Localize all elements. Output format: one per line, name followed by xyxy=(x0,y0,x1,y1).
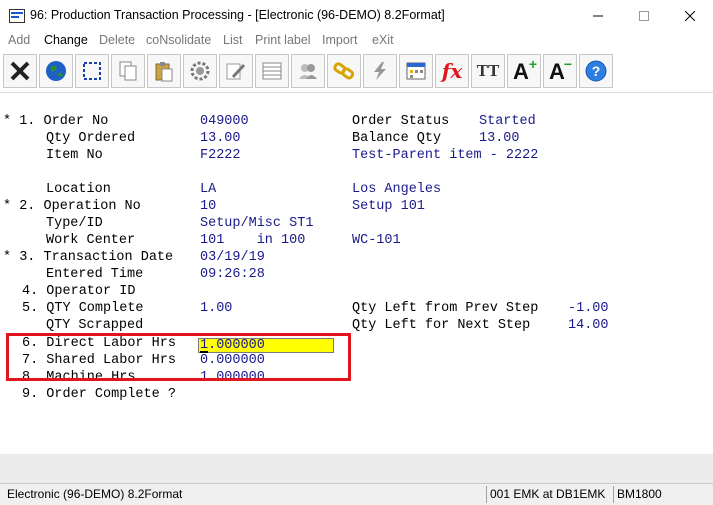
calculator-button[interactable] xyxy=(399,54,433,88)
svg-text:?: ? xyxy=(592,63,601,79)
help-button[interactable]: ? xyxy=(579,54,613,88)
item-no-value: F2222 xyxy=(200,148,241,163)
balance-qty-value: 13.00 xyxy=(479,131,520,146)
select-button[interactable] xyxy=(75,54,109,88)
users-icon xyxy=(299,64,317,79)
font-decrease-button[interactable]: A − xyxy=(543,54,577,88)
order-status-label: Order Status xyxy=(352,114,450,129)
minimize-button[interactable] xyxy=(575,0,621,31)
function-button[interactable]: fx xyxy=(435,54,469,88)
menu-bar: Add Change Delete coNsolidate List Print… xyxy=(0,31,713,51)
item-description: Test-Parent item - 2222 xyxy=(352,148,539,163)
close-icon xyxy=(685,10,695,21)
font-decrease-icon: A − xyxy=(546,56,574,85)
work-center-value: 101 in 100 xyxy=(200,233,306,248)
link-button[interactable] xyxy=(327,54,361,88)
order-no-value[interactable]: 049000 xyxy=(200,113,249,130)
menu-consolidate[interactable]: coNsolidate xyxy=(146,33,211,47)
qty-complete-label: 5. QTY Complete xyxy=(22,301,144,316)
transaction-date-value[interactable]: 03/19/19 xyxy=(200,249,265,266)
operator-id-label: 4. Operator ID xyxy=(22,284,136,299)
qty-left-next-value: 14.00 xyxy=(568,318,609,333)
location-name: Los Angeles xyxy=(352,182,442,197)
status-user-db: 001 EMK at DB1EMK xyxy=(486,486,611,503)
entered-time-value: 09:26:28 xyxy=(200,267,265,282)
exit-button[interactable] xyxy=(3,54,37,88)
status-company: Electronic (96-DEMO) 8.2Format xyxy=(7,487,183,501)
exit-icon xyxy=(10,61,30,81)
qty-ordered-label: Qty Ordered xyxy=(46,131,136,146)
order-complete-label: 9. Order Complete ? xyxy=(22,387,176,402)
location-value: LA xyxy=(200,182,217,197)
entered-time-label: Entered Time xyxy=(46,267,144,282)
location-label: Location xyxy=(46,182,111,197)
settings-button[interactable] xyxy=(183,54,217,88)
lightning-button[interactable] xyxy=(363,54,397,88)
status-bar: Electronic (96-DEMO) 8.2Format 001 EMK a… xyxy=(0,483,713,505)
font-increase-icon: A + xyxy=(510,56,538,85)
order-status-value: Started xyxy=(479,114,536,129)
menu-import[interactable]: Import xyxy=(322,33,357,47)
list-button[interactable] xyxy=(255,54,289,88)
title-bar: 96: Production Transaction Processing - … xyxy=(0,0,713,31)
font-icon: TT xyxy=(476,61,500,80)
menu-list[interactable]: List xyxy=(223,33,242,47)
window-title: 96: Production Transaction Processing - … xyxy=(30,8,445,22)
menu-delete[interactable]: Delete xyxy=(99,33,135,47)
maximize-button[interactable] xyxy=(621,0,667,31)
settings-icon xyxy=(190,61,210,81)
link-icon xyxy=(333,62,355,80)
help-icon: ? xyxy=(585,60,607,82)
calculator-icon xyxy=(406,62,426,80)
highlight-box xyxy=(6,333,351,381)
font-button[interactable]: TT xyxy=(471,54,505,88)
transaction-date-label: * 3. Transaction Date xyxy=(3,250,174,265)
close-button[interactable] xyxy=(667,0,713,31)
work-center-code: WC-101 xyxy=(352,233,401,248)
order-no-label: * 1. Order No xyxy=(3,114,109,129)
qty-complete-value[interactable]: 1.00 xyxy=(200,300,232,317)
paste-icon xyxy=(155,62,173,82)
operation-no-label: * 2. Operation No xyxy=(3,199,141,214)
app-icon xyxy=(9,9,25,23)
toolbar: fx TT A + A − ? xyxy=(0,51,713,93)
qty-left-next-label: Qty Left for Next Step xyxy=(352,318,531,333)
plus-mark: + xyxy=(528,56,537,72)
type-id-label: Type/ID xyxy=(46,216,103,231)
menu-add[interactable]: Add xyxy=(8,33,30,47)
menu-exit[interactable]: eXit xyxy=(372,33,394,47)
minimize-icon xyxy=(593,15,603,16)
paste-button[interactable] xyxy=(147,54,181,88)
function-icon: fx xyxy=(441,59,463,83)
qty-ordered-value: 13.00 xyxy=(200,131,241,146)
lightning-icon xyxy=(374,62,386,80)
copy-icon xyxy=(119,61,137,81)
minus-mark: − xyxy=(563,56,572,72)
list-icon xyxy=(262,62,282,80)
menu-change[interactable]: Change xyxy=(44,33,88,47)
globe-button[interactable] xyxy=(39,54,73,88)
operation-description: Setup 101 xyxy=(352,199,425,214)
globe-icon xyxy=(46,61,66,81)
font-decrease-letter: A xyxy=(549,59,565,84)
qty-scrapped-label: QTY Scrapped xyxy=(46,318,144,333)
edit-icon xyxy=(226,63,246,80)
item-no-label: Item No xyxy=(46,148,103,163)
select-icon xyxy=(83,62,101,80)
qty-left-prev-value: -1.00 xyxy=(568,301,609,316)
bottom-panel xyxy=(0,454,713,483)
type-id-value: Setup/Misc ST1 xyxy=(200,216,314,231)
qty-left-prev-label: Qty Left from Prev Step xyxy=(352,301,539,316)
menu-print-label[interactable]: Print label xyxy=(255,33,311,47)
users-button[interactable] xyxy=(291,54,325,88)
status-code: BM1800 xyxy=(613,486,709,503)
edit-button[interactable] xyxy=(219,54,253,88)
font-increase-button[interactable]: A + xyxy=(507,54,541,88)
operation-no-value[interactable]: 10 xyxy=(200,198,216,215)
copy-button[interactable] xyxy=(111,54,145,88)
font-increase-letter: A xyxy=(513,59,529,84)
work-center-label: Work Center xyxy=(46,233,136,248)
balance-qty-label: Balance Qty xyxy=(352,131,442,146)
maximize-icon xyxy=(639,10,649,21)
